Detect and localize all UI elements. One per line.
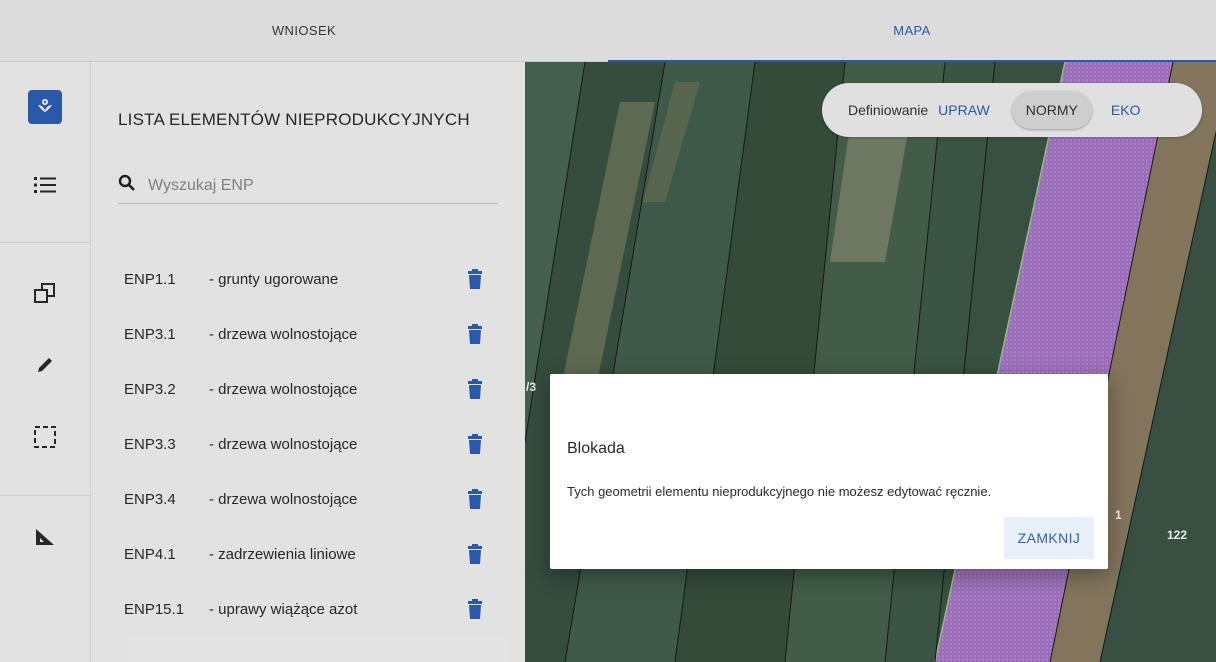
dialog-message: Tych geometrii elementu nieprodukcyjnego… bbox=[567, 484, 992, 499]
blocking-dialog: Blokada Tych geometrii elementu nieprodu… bbox=[550, 374, 1108, 569]
dialog-title: Blokada bbox=[567, 440, 625, 457]
close-button[interactable]: ZAMKNIJ bbox=[1004, 517, 1094, 559]
